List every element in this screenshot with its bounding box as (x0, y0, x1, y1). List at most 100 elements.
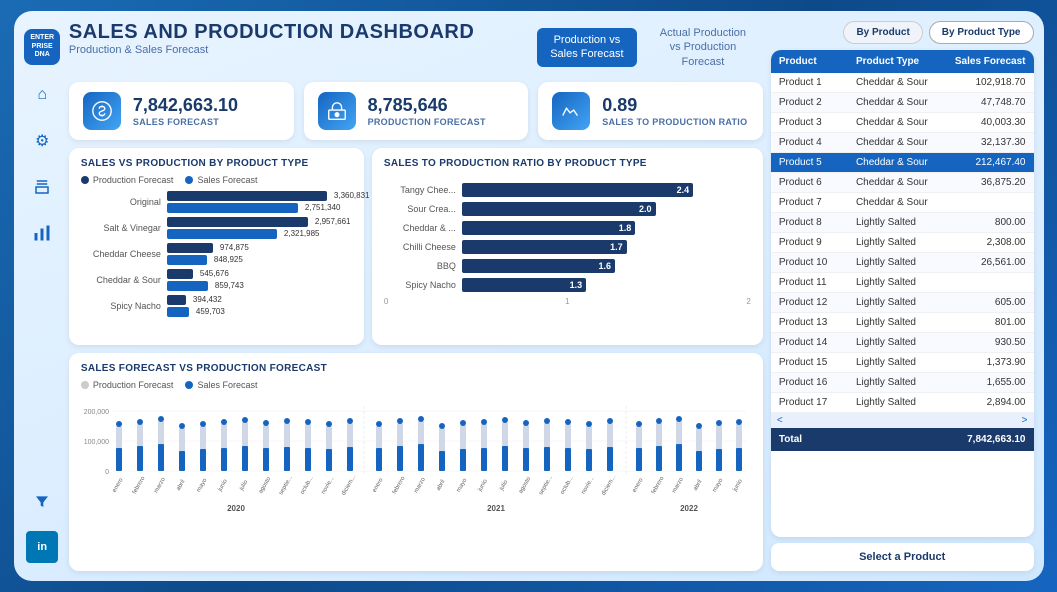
col-type: Product Type (856, 56, 948, 67)
svg-text:mayo: mayo (712, 478, 725, 494)
legend-dot-fc-prod (81, 381, 89, 389)
svg-text:novie...: novie... (581, 476, 596, 496)
kpi-sales-forecast: 7,842,663.10 SALES FORECAST (69, 82, 294, 140)
kpi-row: 7,842,663.10 SALES FORECAST 8,785,646 PR… (69, 82, 763, 140)
svg-text:junio: junio (217, 478, 229, 493)
header: SALES AND PRODUCTION DASHBOARD Productio… (69, 21, 763, 74)
svg-text:septie...: septie... (278, 475, 294, 496)
tab-production-sales[interactable]: Production vs Sales Forecast (537, 28, 637, 67)
kpi-prod-value: 8,785,646 (368, 95, 486, 117)
table-row[interactable]: Product 15Lightly Salted1,373.90 (771, 353, 1034, 373)
kpi-prod-label: PRODUCTION FORECAST (368, 117, 486, 127)
table-scroll-hint: < > (771, 413, 1034, 428)
svg-text:enero: enero (112, 477, 125, 494)
svg-text:0: 0 (105, 469, 109, 476)
legend-dot-prod (81, 176, 89, 184)
legend-dot-sales (185, 176, 193, 184)
table-row[interactable]: Product 11Lightly Salted (771, 273, 1034, 293)
bar-row-cheddar-sour: Cheddar & Sour 545,676 859,743 (81, 269, 352, 291)
select-product-button[interactable]: Select a Product (771, 543, 1034, 571)
table-row-highlighted[interactable]: Product 5Cheddar & Sour212,467.40 (771, 153, 1034, 173)
title-section: SALES AND PRODUCTION DASHBOARD Productio… (69, 21, 521, 56)
scroll-right-arrow[interactable]: > (1022, 415, 1028, 426)
kpi-sales-label: SALES FORECAST (133, 117, 238, 127)
header-tabs: Production vs Sales Forecast Actual Prod… (537, 21, 763, 74)
ratio-row-bbq: BBQ 1.6 (384, 259, 751, 273)
svg-text:enero: enero (372, 477, 385, 494)
tab-actual-production[interactable]: Actual Production vs Production Forecast (643, 21, 763, 74)
svg-text:2020: 2020 (227, 504, 245, 513)
bars-2022 (636, 416, 742, 471)
svg-text:agosto: agosto (258, 476, 273, 495)
svg-text:febrero: febrero (132, 476, 147, 496)
footer-total: 7,842,663.10 (948, 434, 1025, 445)
table-row[interactable]: Product 13Lightly Salted801.00 (771, 313, 1034, 333)
table-row[interactable]: Product 8Lightly Salted800.00 (771, 213, 1034, 233)
svg-text:marzo: marzo (413, 477, 427, 495)
ratio-row-chilli: Chilli Cheese 1.7 (384, 240, 751, 254)
svg-text:enero: enero (632, 477, 645, 494)
chart-icon[interactable] (26, 217, 58, 249)
forecast-svg-wrap: 200,000 100,000 0 (81, 396, 751, 521)
svg-text:novie...: novie... (321, 476, 336, 496)
table-row[interactable]: Product 16Lightly Salted1,655.00 (771, 373, 1034, 393)
table-row[interactable]: Product 2Cheddar & Sour47,748.70 (771, 93, 1034, 113)
forecast-legend: Production Forecast Sales Forecast (81, 380, 751, 390)
table-row[interactable]: Product 3Cheddar & Sour40,003.30 (771, 113, 1034, 133)
table-row[interactable]: Product 4Cheddar & Sour32,137.30 (771, 133, 1034, 153)
ratio-row-tangy: Tangy Chee... 2.4 (384, 183, 751, 197)
table-row[interactable]: Product 7Cheddar & Sour (771, 193, 1034, 213)
kpi-ratio-value: 0.89 (602, 95, 747, 117)
svg-text:junio: junio (732, 478, 744, 493)
forecast-chart-panel: SALES FORECAST VS PRODUCTION FORECAST Pr… (69, 353, 763, 571)
kpi-ratio-label: SALES TO PRODUCTION RATIO (602, 117, 747, 127)
table-row[interactable]: Product 10Lightly Salted26,561.00 (771, 253, 1034, 273)
svg-text:2022: 2022 (680, 504, 698, 513)
svg-text:julio: julio (238, 479, 249, 493)
table-row[interactable]: Product 9Lightly Salted2,308.00 (771, 233, 1034, 253)
production-icon (318, 92, 356, 130)
view-toggle-buttons: By Product By Product Type (771, 21, 1034, 44)
scroll-left-arrow[interactable]: < (777, 415, 783, 426)
home-icon[interactable]: ⌂ (26, 79, 58, 111)
main-content: SALES AND PRODUCTION DASHBOARD Productio… (69, 21, 763, 571)
settings-icon[interactable]: ⚙ (26, 125, 58, 157)
svg-text:marzo: marzo (671, 477, 685, 495)
by-product-type-button[interactable]: By Product Type (929, 21, 1034, 44)
linkedin-icon[interactable]: in (26, 531, 58, 563)
filter-icon[interactable] (26, 485, 58, 517)
table-row[interactable]: Product 1Cheddar & Sour102,918.70 (771, 73, 1034, 93)
page-title: SALES AND PRODUCTION DASHBOARD (69, 21, 521, 44)
table-body: Product 1Cheddar & Sour102,918.70 Produc… (771, 73, 1034, 413)
sales-icon (83, 92, 121, 130)
sidebar: ENTERPRISEDNA ⌂ ⚙ in (24, 21, 61, 571)
right-panel: By Product By Product Type Product Produ… (771, 21, 1034, 571)
bar-row-spicy-nacho: Spicy Nacho 394,432 459,703 (81, 295, 352, 317)
legend-dot-fc-sales (185, 381, 193, 389)
svg-text:febrero: febrero (651, 476, 666, 496)
svp-title: SALES VS PRODUCTION BY PRODUCT TYPE (81, 158, 352, 169)
svg-text:2021: 2021 (487, 504, 505, 513)
svg-text:mayo: mayo (456, 478, 469, 494)
table-row[interactable]: Product 17Lightly Salted2,894.00 (771, 393, 1034, 413)
by-product-button[interactable]: By Product (843, 21, 922, 44)
svg-text:100,000: 100,000 (84, 439, 109, 446)
kpi-sales-info: 7,842,663.10 SALES FORECAST (133, 95, 238, 127)
svp-legend: Production Forecast Sales Forecast (81, 175, 352, 185)
col-product: Product (779, 56, 856, 67)
svg-text:mayo: mayo (196, 478, 209, 494)
svg-text:agosto: agosto (518, 476, 533, 495)
svg-text:diciem...: diciem... (341, 474, 358, 497)
legend-prod: Production Forecast (81, 175, 174, 185)
footer-label: Total (779, 434, 856, 445)
ratio-title: SALES TO PRODUCTION RATIO BY PRODUCT TYP… (384, 158, 751, 169)
app-logo: ENTERPRISEDNA (24, 29, 60, 65)
table-header: Product Product Type Sales Forecast (771, 50, 1034, 73)
table-row[interactable]: Product 12Lightly Salted605.00 (771, 293, 1034, 313)
factory-icon[interactable] (26, 171, 58, 203)
middle-row: SALES VS PRODUCTION BY PRODUCT TYPE Prod… (69, 148, 763, 346)
table-row[interactable]: Product 14Lightly Salted930.50 (771, 333, 1034, 353)
ratio-axis: 0 1 2 (384, 297, 751, 306)
svg-text:octub...: octub... (560, 476, 575, 496)
table-row[interactable]: Product 6Cheddar & Sour36,875.20 (771, 173, 1034, 193)
